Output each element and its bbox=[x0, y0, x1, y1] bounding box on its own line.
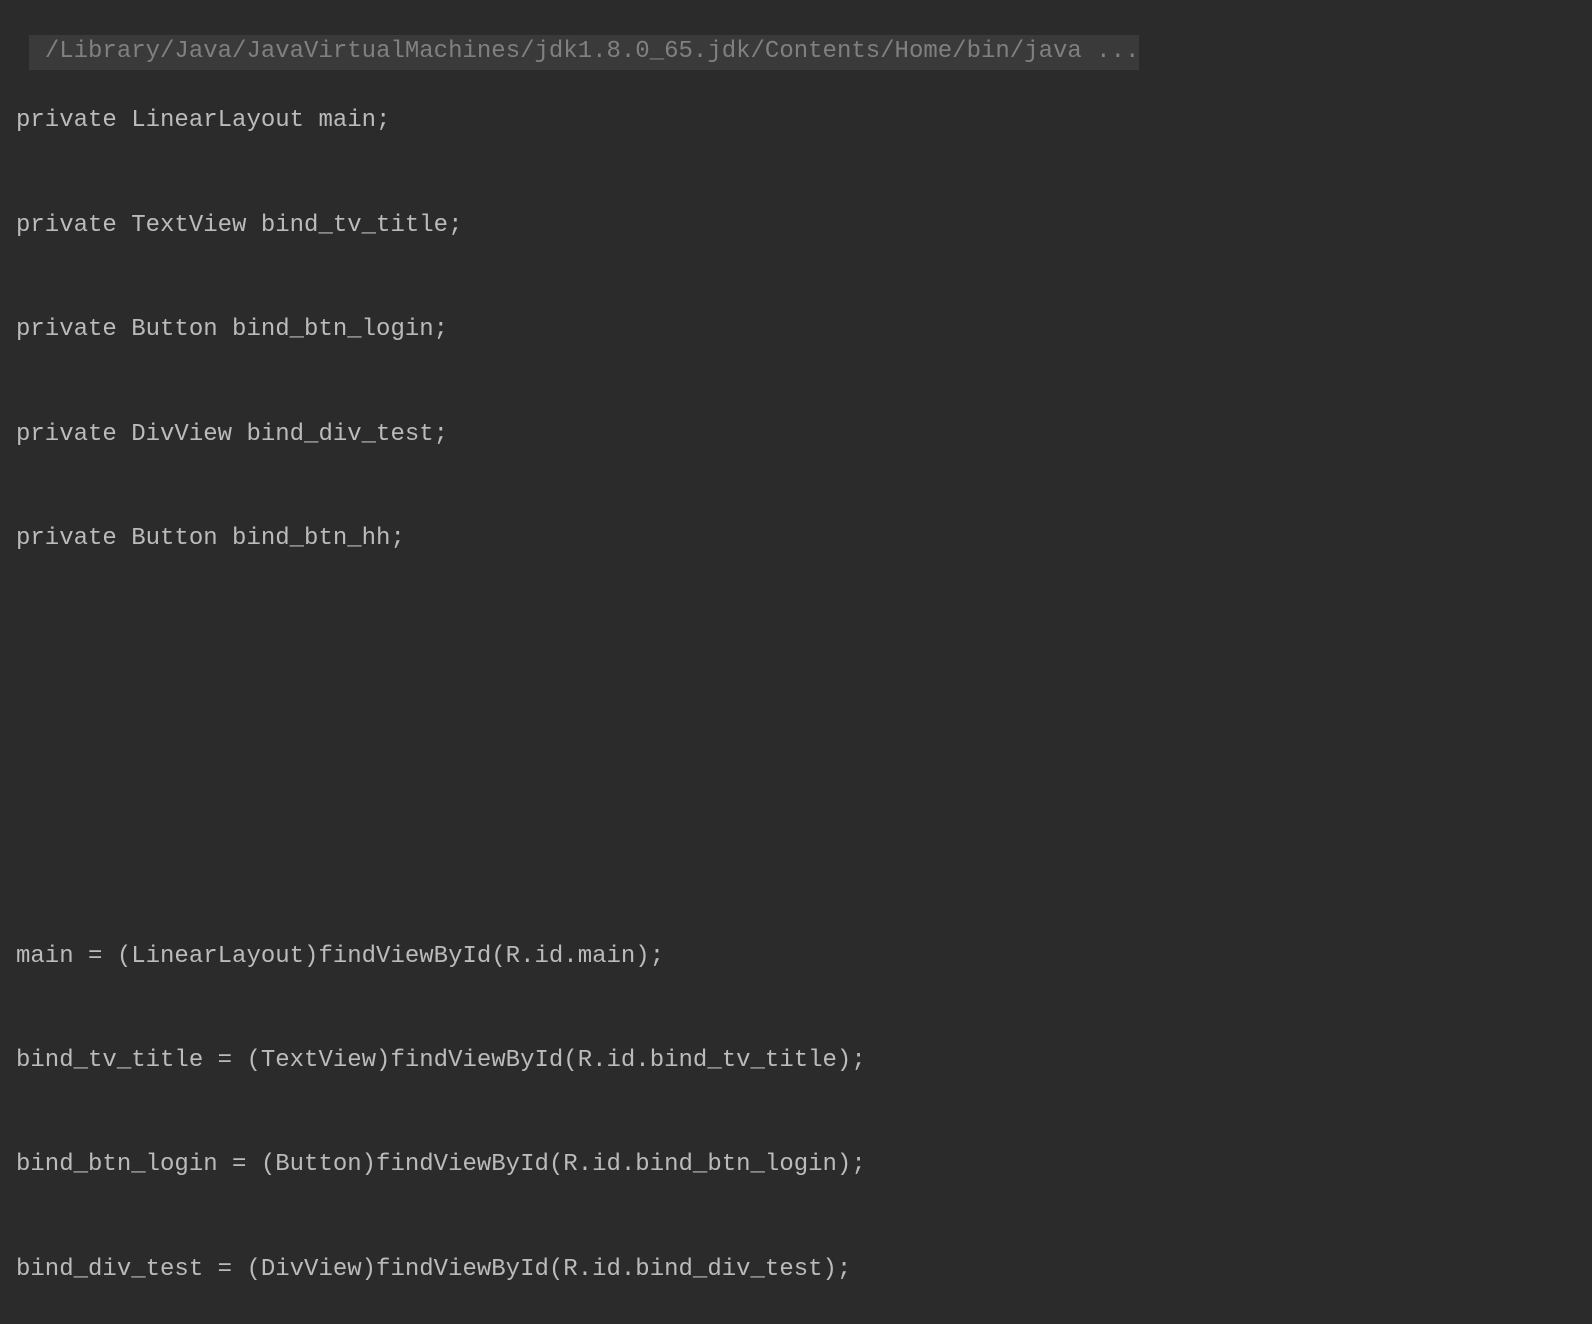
output-line: private DivView bind_div_test; bbox=[16, 418, 1576, 453]
output-line: private Button bind_btn_login; bbox=[16, 313, 1576, 348]
output-line: private LinearLayout main; bbox=[16, 104, 1576, 139]
console-output-panel[interactable]: /Library/Java/JavaVirtualMachines/jdk1.8… bbox=[0, 0, 1592, 1324]
output-line: main = (LinearLayout)findViewById(R.id.m… bbox=[16, 940, 1576, 975]
output-line: private TextView bind_tv_title; bbox=[16, 209, 1576, 244]
output-line: bind_tv_title = (TextView)findViewById(R… bbox=[16, 1044, 1576, 1079]
java-command-path: /Library/Java/JavaVirtualMachines/jdk1.8… bbox=[29, 35, 1140, 70]
output-blank-line bbox=[16, 731, 1576, 766]
output-line: private Button bind_btn_hh; bbox=[16, 522, 1576, 557]
output-line: bind_btn_login = (Button)findViewById(R.… bbox=[16, 1148, 1576, 1183]
output-line: bind_div_test = (DivView)findViewById(R.… bbox=[16, 1253, 1576, 1288]
output-blank-line bbox=[16, 835, 1576, 870]
output-blank-line bbox=[16, 626, 1576, 661]
